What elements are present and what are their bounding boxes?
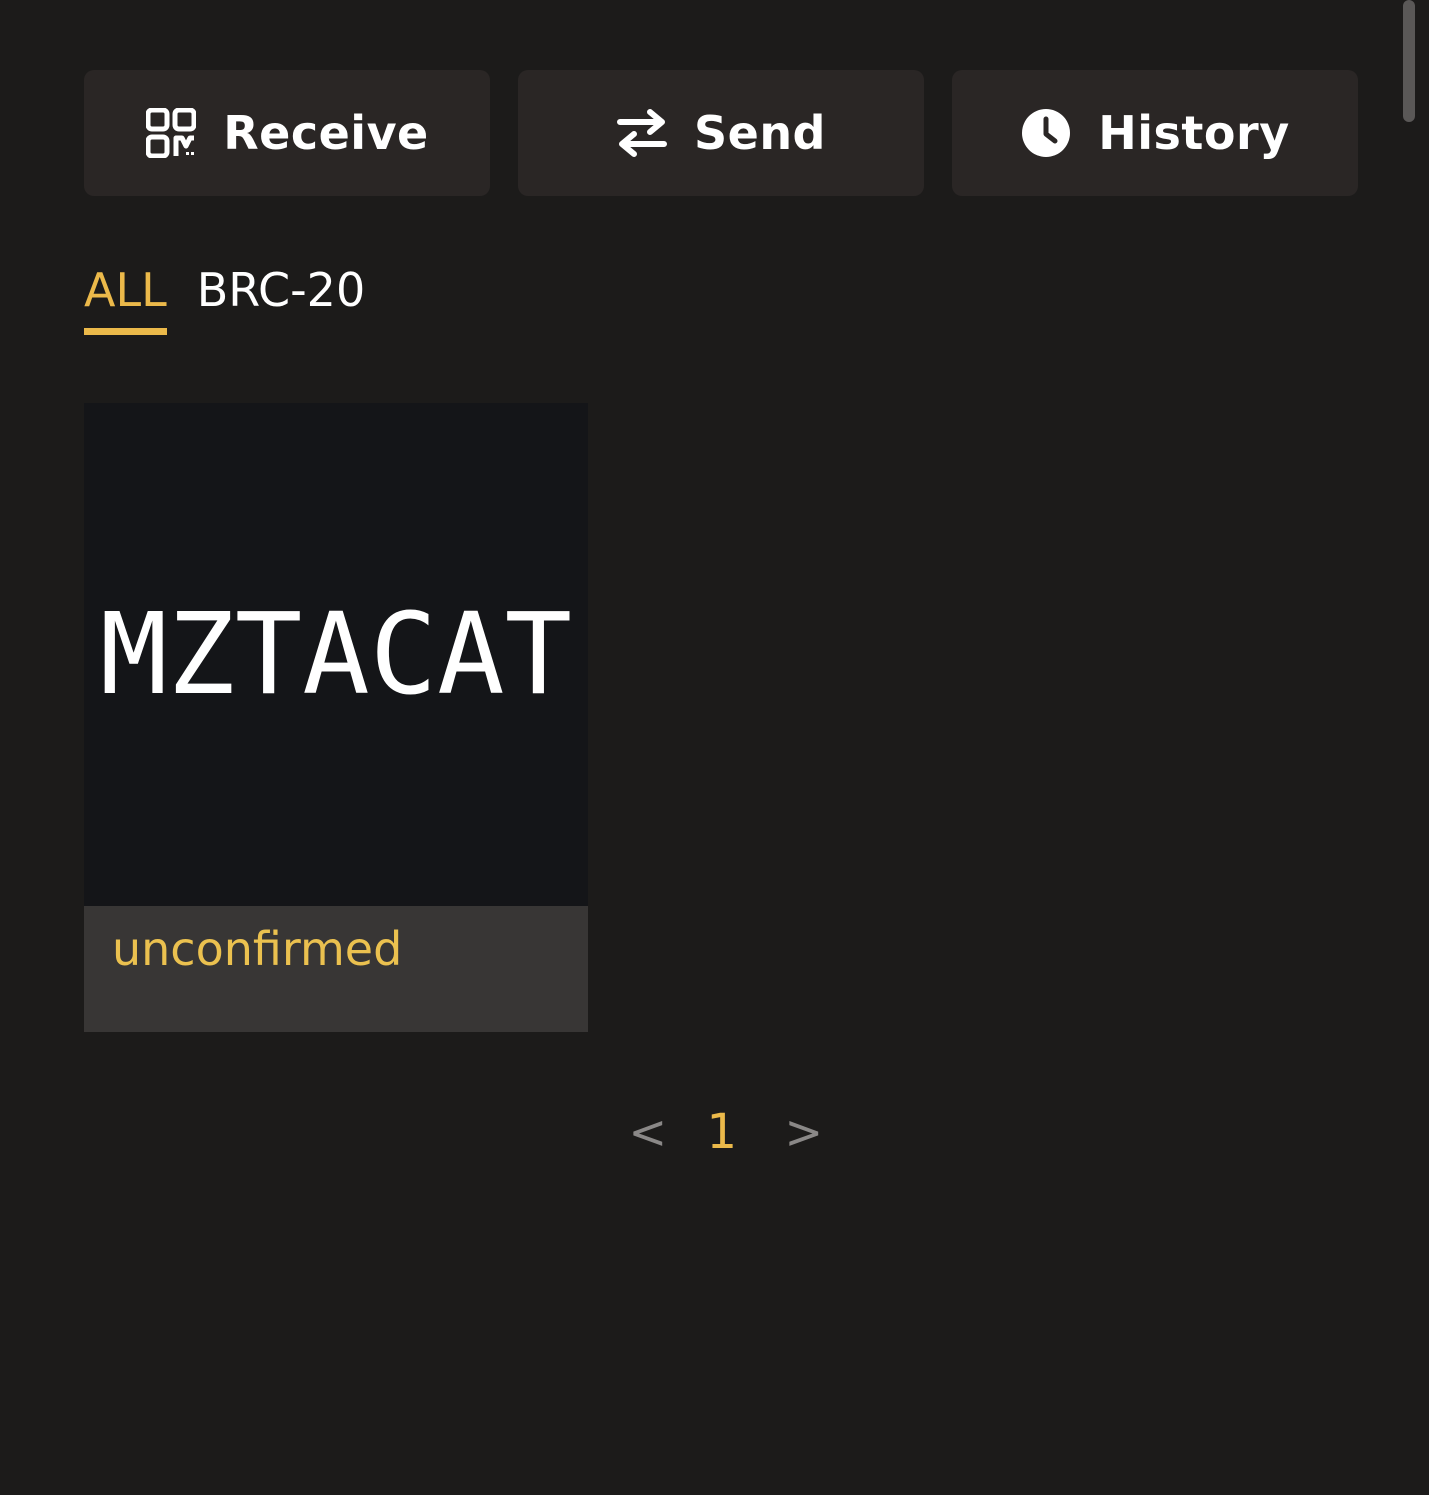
wallet-page: Receive Send History ALL BRC-20 MZTACAT …	[0, 0, 1429, 1495]
asset-tabs: ALL BRC-20	[84, 262, 365, 335]
prev-page-button[interactable]: <	[629, 1105, 668, 1159]
history-button[interactable]: History	[952, 70, 1358, 196]
inscription-status: unconfirmed	[112, 922, 403, 976]
next-page-button[interactable]: >	[785, 1105, 824, 1159]
pagination: < 1 >	[0, 1104, 1429, 1160]
inscription-preview-text: MZTACAT	[99, 589, 572, 720]
page-number-current[interactable]: 1	[707, 1104, 738, 1160]
inscription-card[interactable]: MZTACAT unconfirmed	[84, 403, 588, 1032]
history-label: History	[1098, 106, 1290, 160]
swap-arrows-icon	[616, 107, 668, 159]
scrollbar-thumb[interactable]	[1403, 0, 1415, 122]
action-buttons: Receive Send History	[84, 70, 1358, 196]
send-button[interactable]: Send	[518, 70, 924, 196]
clock-icon	[1020, 107, 1072, 159]
qr-code-icon	[145, 107, 197, 159]
send-label: Send	[693, 106, 826, 160]
receive-label: Receive	[223, 106, 429, 160]
inscription-footer: unconfirmed	[84, 906, 588, 1032]
tab-all[interactable]: ALL	[84, 262, 167, 335]
tab-brc-20[interactable]: BRC-20	[197, 262, 365, 328]
receive-button[interactable]: Receive	[84, 70, 490, 196]
inscription-preview: MZTACAT	[84, 403, 588, 906]
